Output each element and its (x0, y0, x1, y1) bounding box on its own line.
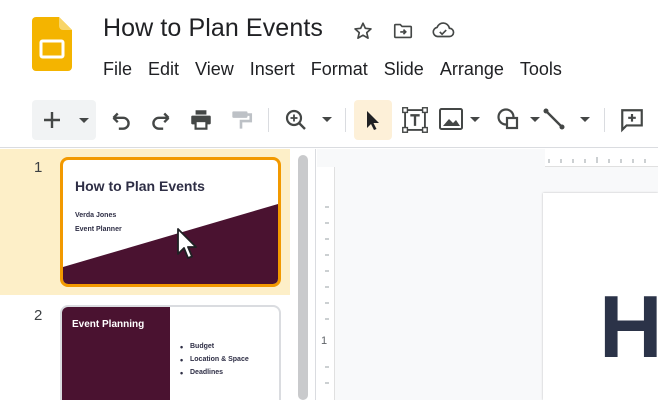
menu-bar: File Edit View Insert Format Slide Arran… (103, 57, 578, 82)
menu-arrange[interactable]: Arrange (440, 57, 504, 82)
thumb-accent-panel: Event Planning (62, 307, 170, 400)
select-tool-button[interactable] (354, 100, 392, 140)
toolbar-divider (268, 108, 269, 132)
menu-insert[interactable]: Insert (250, 57, 295, 82)
add-comment-icon[interactable] (614, 100, 650, 140)
bullet-item: Deadlines (180, 368, 249, 378)
image-button[interactable] (436, 100, 486, 140)
thumb-bullet-list: Budget Location & Space Deadlines (180, 342, 249, 382)
bullet-item: Budget (180, 342, 249, 352)
slide-filmstrip: 1 How to Plan Events Verda Jones Event P… (0, 149, 316, 400)
filmstrip-scrollbar[interactable] (298, 155, 308, 400)
menu-file[interactable]: File (103, 57, 132, 82)
app-header: How to Plan Events File Edit View Insert… (0, 0, 658, 92)
slide-thumbnail-2[interactable]: Event Planning Budget Location & Space D… (60, 305, 281, 400)
slide-number: 2 (34, 307, 43, 324)
vertical-ruler[interactable]: 1 (317, 167, 335, 400)
new-slide-button[interactable] (32, 100, 96, 140)
bullet-item: Location & Space (180, 355, 249, 365)
line-button[interactable] (538, 100, 596, 140)
horizontal-ruler[interactable] (545, 149, 658, 167)
print-icon[interactable] (184, 100, 218, 140)
thumb-title: Event Planning (72, 319, 145, 330)
slide-thumbnail-1[interactable]: How to Plan Events Verda Jones Event Pla… (60, 157, 281, 287)
menu-edit[interactable]: Edit (148, 57, 179, 82)
menu-view[interactable]: View (195, 57, 234, 82)
slide-title-text[interactable]: H (599, 283, 658, 371)
toolbar (0, 92, 658, 148)
undo-icon[interactable] (104, 100, 138, 140)
paint-format-icon[interactable] (224, 100, 258, 140)
thumb-subtitle-role: Event Planner (75, 226, 122, 233)
menu-format[interactable]: Format (311, 57, 368, 82)
menu-slide[interactable]: Slide (384, 57, 424, 82)
star-icon[interactable] (350, 18, 376, 44)
toolbar-divider (345, 108, 346, 132)
toolbar-divider (604, 108, 605, 132)
slide-editor: 1 H (317, 149, 658, 400)
slide-number: 1 (34, 159, 43, 176)
thumb-subtitle-name: Verda Jones (75, 212, 117, 219)
thumb-title: How to Plan Events (75, 178, 205, 194)
zoom-button[interactable] (280, 100, 340, 140)
slides-logo-icon[interactable] (32, 17, 72, 71)
document-title[interactable]: How to Plan Events (103, 14, 323, 43)
redo-icon[interactable] (144, 100, 178, 140)
ruler-mark-label: 1 (321, 335, 328, 347)
title-icons (350, 18, 456, 44)
menu-tools[interactable]: Tools (520, 57, 562, 82)
text-box-icon[interactable] (398, 100, 432, 140)
move-to-folder-icon[interactable] (390, 18, 416, 44)
cloud-saved-icon[interactable] (430, 18, 456, 44)
slide-canvas[interactable]: H (543, 193, 658, 400)
mouse-pointer-icon (177, 228, 197, 259)
